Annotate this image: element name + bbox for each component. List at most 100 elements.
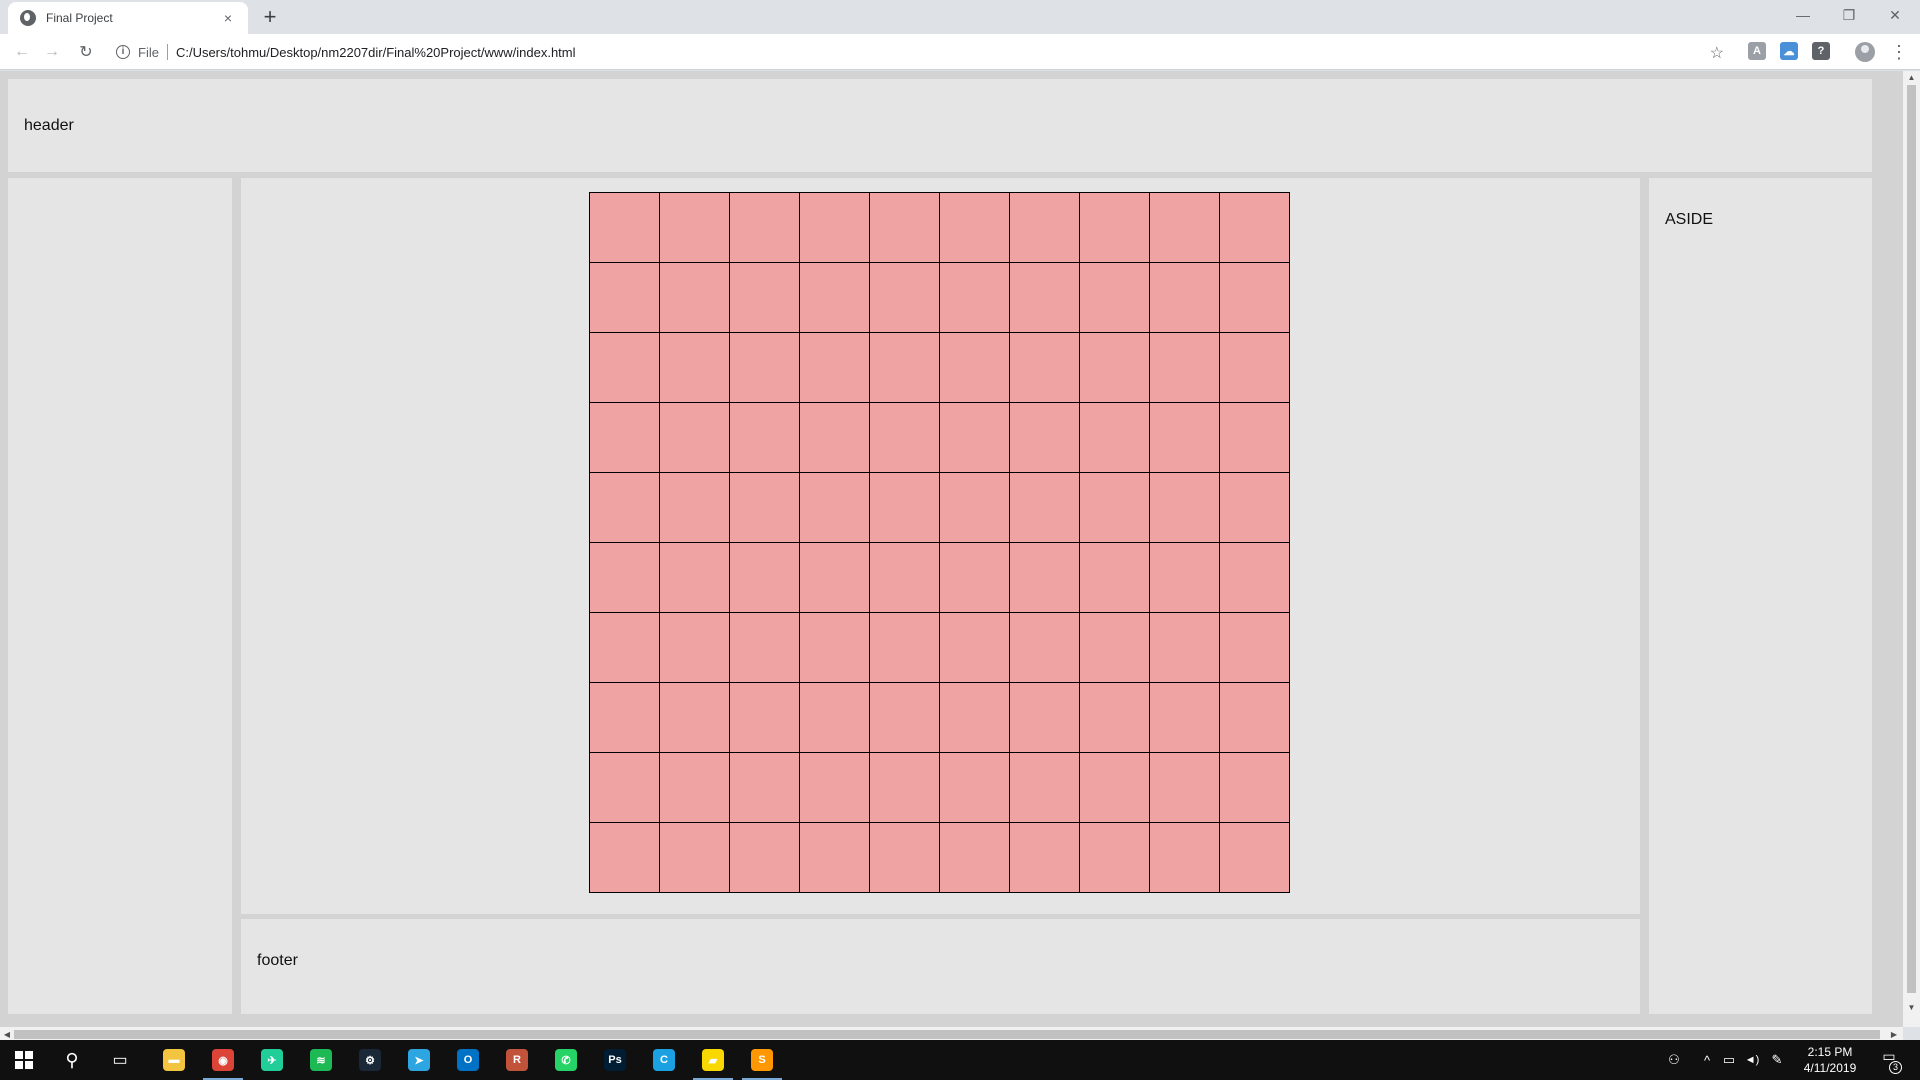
grid-cell[interactable] (730, 683, 800, 753)
sublime-text-taskbar-button[interactable]: S (738, 1040, 786, 1080)
info-icon[interactable]: i (116, 45, 130, 59)
grid-cell[interactable] (870, 403, 940, 473)
grid-cell[interactable] (800, 333, 870, 403)
reload-icon[interactable]: ↻ (74, 40, 98, 64)
grid-cell[interactable] (1010, 683, 1080, 753)
grid-cell[interactable] (1080, 683, 1150, 753)
grid-cell[interactable] (1220, 473, 1290, 543)
grid-cell[interactable] (590, 263, 660, 333)
scroll-up-arrow-icon[interactable]: ▲ (1907, 73, 1916, 83)
grid-cell[interactable] (1010, 193, 1080, 263)
notification-center-icon[interactable]: ▭ 3 (1876, 1048, 1902, 1074)
grid-cell[interactable] (940, 823, 1010, 893)
grid-cell[interactable] (1220, 333, 1290, 403)
grid-cell[interactable] (660, 333, 730, 403)
clock[interactable]: 2:15 PM 4/11/2019 (1790, 1044, 1870, 1076)
grid-cell[interactable] (590, 403, 660, 473)
grid-cell[interactable] (940, 263, 1010, 333)
grid-cell[interactable] (800, 473, 870, 543)
grid-cell[interactable] (590, 683, 660, 753)
grid-cell[interactable] (730, 473, 800, 543)
grid-cell[interactable] (800, 193, 870, 263)
grid-cell[interactable] (870, 753, 940, 823)
task-view-icon[interactable]: ▭ (96, 1040, 144, 1080)
grid-cell[interactable] (1080, 263, 1150, 333)
grid-cell[interactable] (1010, 543, 1080, 613)
grid-cell[interactable] (1080, 473, 1150, 543)
grid-cell[interactable] (1150, 823, 1220, 893)
grid-cell[interactable] (660, 753, 730, 823)
grid-cell[interactable] (870, 193, 940, 263)
grid-cell[interactable] (800, 403, 870, 473)
tab-close-icon[interactable]: × (220, 10, 236, 26)
grid-cell[interactable] (1150, 683, 1220, 753)
help-extension-icon[interactable]: ? (1812, 42, 1830, 60)
grid-cell[interactable] (590, 543, 660, 613)
new-tab-button[interactable]: + (258, 6, 282, 30)
grid-cell[interactable] (870, 823, 940, 893)
grid-cell[interactable] (1080, 403, 1150, 473)
grid-cell[interactable] (660, 613, 730, 683)
url-text[interactable]: C:/Users/tohmu/Desktop/nm2207dir/Final%2… (176, 45, 576, 60)
grid-cell[interactable] (800, 823, 870, 893)
grid-cell[interactable] (1010, 333, 1080, 403)
grid-cell[interactable] (1150, 403, 1220, 473)
pen-icon[interactable]: ✎ (1766, 1040, 1788, 1080)
spotify-taskbar-button[interactable]: ≋ (297, 1040, 345, 1080)
grid-cell[interactable] (800, 753, 870, 823)
grid-cell[interactable] (660, 263, 730, 333)
grid-cell[interactable] (1220, 263, 1290, 333)
scroll-left-arrow-icon[interactable]: ◀ (2, 1029, 12, 1040)
people-icon[interactable]: ⚇ (1660, 1040, 1688, 1080)
grid-cell[interactable] (1220, 193, 1290, 263)
grid-cell[interactable] (940, 753, 1010, 823)
grid-cell[interactable] (1010, 613, 1080, 683)
bookmark-star-icon[interactable]: ☆ (1710, 43, 1724, 63)
telegram-taskbar-button[interactable]: ➤ (395, 1040, 443, 1080)
grid-cell[interactable] (1150, 193, 1220, 263)
scroll-down-arrow-icon[interactable]: ▼ (1907, 1003, 1916, 1013)
back-icon[interactable]: ← (10, 40, 34, 64)
grid-cell[interactable] (1080, 823, 1150, 893)
grid-cell[interactable] (1010, 263, 1080, 333)
robinhood-taskbar-button[interactable]: ✈ (248, 1040, 296, 1080)
grid-cell[interactable] (800, 613, 870, 683)
tray-chevron-icon[interactable]: ^ (1698, 1040, 1716, 1080)
horizontal-scroll-thumb[interactable] (14, 1030, 1880, 1039)
grid-cell[interactable] (870, 333, 940, 403)
volume-icon[interactable]: ◄) (1740, 1040, 1764, 1080)
sticky-notes-taskbar-button[interactable]: ▰ (689, 1040, 737, 1080)
r-app-taskbar-button[interactable]: R (493, 1040, 541, 1080)
whatsapp-taskbar-button[interactable]: ✆ (542, 1040, 590, 1080)
grid-cell[interactable] (870, 543, 940, 613)
grid-cell[interactable] (1010, 823, 1080, 893)
grid-cell[interactable] (590, 333, 660, 403)
grid-cell[interactable] (730, 823, 800, 893)
grid-cell[interactable] (1150, 613, 1220, 683)
start-button[interactable] (0, 1040, 48, 1080)
restore-icon[interactable]: ❐ (1826, 0, 1872, 30)
close-window-icon[interactable]: ✕ (1872, 0, 1918, 30)
grid-cell[interactable] (1150, 543, 1220, 613)
grid-cell[interactable] (1010, 753, 1080, 823)
grid-cell[interactable] (660, 473, 730, 543)
grid-cell[interactable] (800, 683, 870, 753)
grid-cell[interactable] (940, 683, 1010, 753)
grid-cell[interactable] (660, 823, 730, 893)
grid-cell[interactable] (870, 263, 940, 333)
file-explorer-taskbar-button[interactable]: ▬ (150, 1040, 198, 1080)
vertical-scroll-thumb[interactable] (1907, 85, 1916, 993)
grid-cell[interactable] (870, 683, 940, 753)
search-icon[interactable]: ⚲ (48, 1040, 96, 1080)
vertical-scrollbar[interactable]: ▲ ▼ (1903, 71, 1920, 1027)
grid-cell[interactable] (590, 753, 660, 823)
grid-cell[interactable] (940, 543, 1010, 613)
grid-cell[interactable] (1220, 403, 1290, 473)
network-icon[interactable]: ▭ (1718, 1040, 1740, 1080)
grid-cell[interactable] (590, 193, 660, 263)
acrobat-extension-icon[interactable]: A (1748, 42, 1766, 60)
c-app-taskbar-button[interactable]: C (640, 1040, 688, 1080)
grid-cell[interactable] (1220, 543, 1290, 613)
grid-cell[interactable] (1080, 193, 1150, 263)
grid-cell[interactable] (590, 613, 660, 683)
